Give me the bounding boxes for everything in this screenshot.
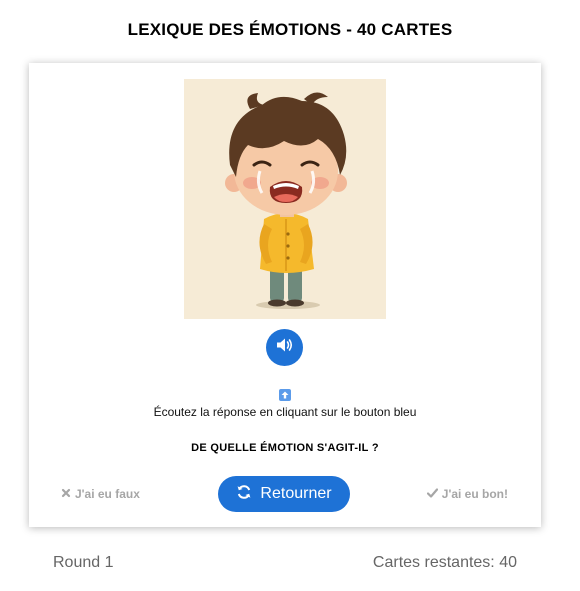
remaining-cards-counter: Cartes restantes: 40 xyxy=(372,554,517,571)
play-sound-button[interactable] xyxy=(266,329,303,366)
right-answer-label: J'ai eu bon! xyxy=(441,487,508,501)
check-icon xyxy=(426,487,438,501)
arrow-up-icon xyxy=(279,389,291,401)
flip-card-button[interactable]: Retourner xyxy=(218,476,350,512)
question-text: DE QUELLE ÉMOTION S'AGIT-IL ? xyxy=(191,442,379,454)
speaker-icon xyxy=(276,337,294,358)
times-icon xyxy=(61,487,71,501)
page-title: LEXIQUE DES ÉMOTIONS - 40 CARTES xyxy=(127,20,453,39)
round-indicator: Round 1 xyxy=(53,554,114,571)
crying-child-illustration xyxy=(184,79,386,319)
wrong-answer-button[interactable]: J'ai eu faux xyxy=(61,487,140,501)
right-answer-button[interactable]: J'ai eu bon! xyxy=(426,487,508,501)
flip-card-label: Retourner xyxy=(260,485,332,502)
flashcard: Écoutez la réponse en cliquant sur le bo… xyxy=(29,63,541,527)
refresh-icon xyxy=(236,484,252,505)
hint-text: Écoutez la réponse en cliquant sur le bo… xyxy=(153,405,417,419)
wrong-answer-label: J'ai eu faux xyxy=(75,487,140,501)
